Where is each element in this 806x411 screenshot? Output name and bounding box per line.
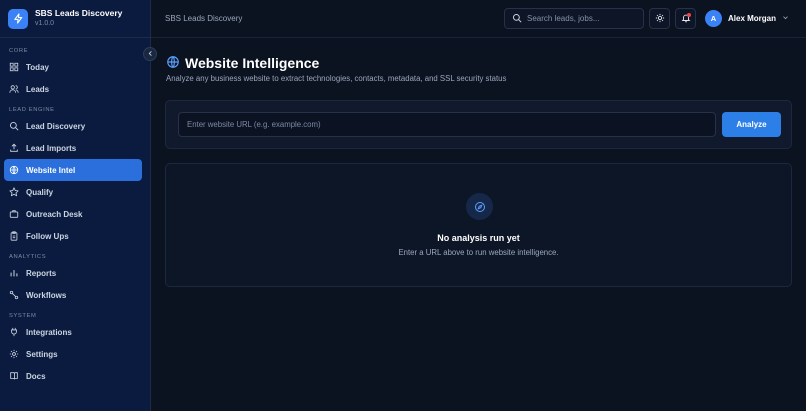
- empty-state-title: No analysis run yet: [437, 233, 520, 243]
- sidebar-item-docs[interactable]: Docs: [4, 365, 142, 387]
- empty-state-card: No analysis run yet Enter a URL above to…: [165, 163, 792, 287]
- sidebar-item-reports[interactable]: Reports: [4, 262, 142, 284]
- sidebar-item-website-intel[interactable]: Website Intel: [4, 159, 142, 181]
- sidebar-item-outreach-desk[interactable]: Outreach Desk: [4, 203, 142, 225]
- section-label-analytics: ANALYTICS: [9, 254, 47, 260]
- sidebar-item-label: Website Intel: [26, 165, 76, 175]
- globe-icon: [9, 165, 19, 175]
- sidebar-item-today[interactable]: Today: [4, 56, 142, 78]
- main-content: Website Intelligence Analyze any busines…: [151, 38, 806, 411]
- empty-state-text: Enter a URL above to run website intelli…: [398, 248, 559, 257]
- sidebar-item-label: Leads: [26, 84, 50, 94]
- sidebar-item-label: Integrations: [26, 327, 72, 337]
- sidebar-item-qualify[interactable]: Qualify: [4, 181, 142, 203]
- sidebar-item-label: Today: [26, 62, 49, 72]
- topbar-title: SBS Leads Discovery: [165, 14, 243, 23]
- collapse-sidebar-button[interactable]: [143, 47, 157, 61]
- bolt-icon: [8, 8, 28, 29]
- search-box[interactable]: [504, 8, 644, 29]
- book-icon: [9, 371, 19, 381]
- workflow-icon: [9, 290, 19, 300]
- sidebar-item-label: Docs: [26, 371, 46, 381]
- sidebar-item-label: Settings: [26, 349, 58, 359]
- analyze-button[interactable]: Analyze: [722, 112, 781, 137]
- sidebar-item-label: Lead Discovery: [26, 121, 86, 131]
- theme-toggle-button[interactable]: [649, 8, 670, 29]
- section-label-lead-engine: LEAD ENGINE: [9, 107, 55, 113]
- gear-icon: [9, 349, 19, 359]
- page-subtitle: Analyze any business website to extract …: [166, 74, 507, 83]
- notification-dot: [687, 13, 691, 17]
- chevron-left-icon: [147, 50, 154, 59]
- users-icon: [9, 84, 19, 94]
- user-name: Alex Morgan: [728, 14, 777, 23]
- topbar: SBS Leads Discovery A Alex Morgan: [151, 0, 806, 38]
- search-icon: [9, 121, 19, 131]
- sidebar-item-label: Follow Ups: [26, 231, 69, 241]
- sidebar-item-label: Reports: [26, 268, 57, 278]
- sidebar-item-leads[interactable]: Leads: [4, 78, 142, 100]
- sidebar-item-label: Workflows: [26, 290, 67, 300]
- star-icon: [9, 187, 19, 197]
- sidebar-item-label: Outreach Desk: [26, 209, 83, 219]
- sidebar-item-label: Lead Imports: [26, 143, 77, 153]
- notifications-button[interactable]: [675, 8, 696, 29]
- section-label-core: CORE: [9, 48, 29, 54]
- sidebar: SBS Leads Discovery v1.0.0 CORE Today Le…: [0, 0, 151, 411]
- plug-icon: [9, 327, 19, 337]
- section-label-system: SYSTEM: [9, 313, 37, 319]
- sidebar-item-lead-discovery[interactable]: Lead Discovery: [4, 115, 142, 137]
- upload-icon: [9, 143, 19, 153]
- globe-icon: [166, 55, 180, 71]
- clipboard-icon: [9, 231, 19, 241]
- compass-icon: [466, 193, 493, 220]
- website-url-input[interactable]: [178, 112, 716, 137]
- app-name: SBS Leads Discovery: [35, 8, 123, 18]
- briefcase-icon: [9, 209, 19, 219]
- page-title: Website Intelligence: [185, 55, 320, 71]
- user-menu[interactable]: A Alex Morgan: [705, 10, 789, 27]
- bar-chart-icon: [9, 268, 19, 278]
- sidebar-item-settings[interactable]: Settings: [4, 343, 142, 365]
- url-form-card: Analyze: [165, 100, 792, 149]
- app-version: v1.0.0: [35, 20, 55, 27]
- sidebar-item-label: Qualify: [26, 187, 54, 197]
- brand[interactable]: SBS Leads Discovery v1.0.0: [0, 0, 150, 38]
- sidebar-item-follow-ups[interactable]: Follow Ups: [4, 225, 142, 247]
- grid-icon: [9, 62, 19, 72]
- avatar: A: [705, 10, 722, 27]
- search-input[interactable]: [527, 14, 642, 23]
- search-icon: [512, 13, 522, 25]
- page-header: Website Intelligence: [166, 55, 319, 71]
- sidebar-item-lead-imports[interactable]: Lead Imports: [4, 137, 142, 159]
- sidebar-item-integrations[interactable]: Integrations: [4, 321, 142, 343]
- chevron-down-icon: [782, 14, 789, 23]
- sun-icon: [655, 13, 665, 25]
- sidebar-item-workflows[interactable]: Workflows: [4, 284, 142, 306]
